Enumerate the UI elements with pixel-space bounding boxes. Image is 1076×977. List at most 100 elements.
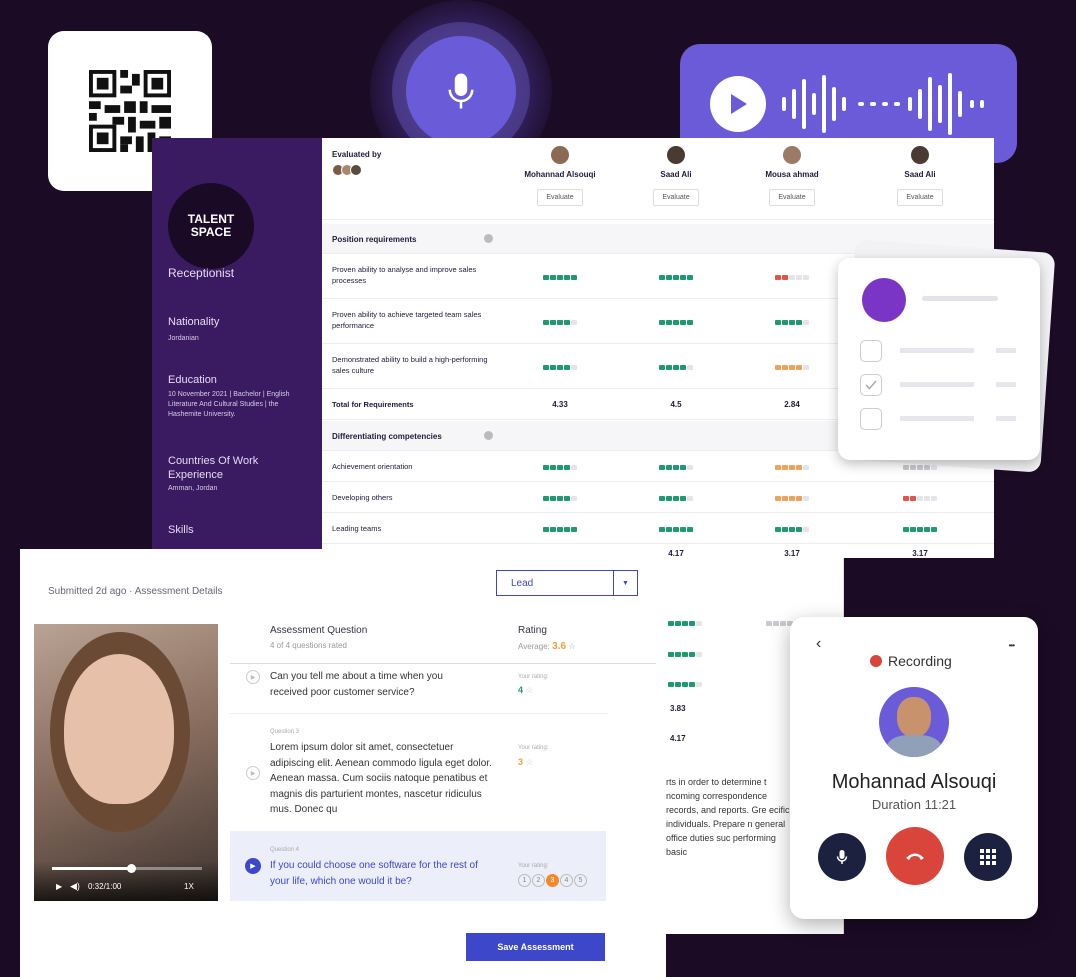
rating-segment [673, 320, 679, 325]
role-dropdown[interactable]: Lead ▼ [496, 570, 638, 596]
rating-segment [668, 682, 674, 687]
rating-segment [557, 465, 563, 470]
candidate-column: Mousa ahmad Evaluate [734, 146, 850, 206]
star-icon: ☆ [568, 642, 576, 651]
rating-segment [543, 465, 549, 470]
rating-segment [680, 496, 686, 501]
candidate-column: Saad Ali Evaluate [618, 146, 734, 206]
evaluate-button[interactable]: Evaluate [769, 189, 815, 206]
recording-indicator: Recording [870, 653, 952, 669]
rating-segment [682, 621, 688, 626]
total-value: 4.33 [552, 400, 568, 409]
star-icon: ☆ [525, 685, 534, 695]
rating-bars [618, 363, 734, 372]
question-text: Lorem ipsum dolor sit amet, consectetuer… [270, 742, 492, 815]
evaluate-button[interactable]: Evaluate [897, 189, 943, 206]
rating-segment [789, 275, 795, 280]
rating-bars [502, 273, 618, 282]
rating-bars [618, 525, 734, 534]
rating-segment [903, 496, 909, 501]
keypad-icon [980, 849, 996, 865]
rating-option[interactable]: 2 [532, 874, 545, 887]
person-face [897, 697, 931, 737]
checkbox[interactable] [860, 340, 882, 362]
rating-segment [659, 275, 665, 280]
rating-segment [564, 465, 570, 470]
question-number: Question 3 [270, 729, 300, 735]
volume-icon[interactable]: ◀) [70, 881, 80, 892]
rating-segment [924, 527, 930, 532]
rating-segment [775, 365, 781, 370]
row-label: Achievement orientation [332, 462, 413, 471]
mute-button[interactable] [818, 833, 866, 881]
play-icon[interactable]: ▶ [56, 882, 62, 891]
rating-segment [668, 652, 674, 657]
person-face [64, 654, 174, 804]
rating-bars [668, 674, 702, 692]
play-circle-icon[interactable]: ▶ [246, 670, 260, 684]
talent-space-logo: TALENT SPACE [168, 183, 254, 269]
person-body [887, 735, 941, 757]
play-icon[interactable] [710, 75, 766, 132]
phone-hangup-icon [906, 853, 924, 860]
rating-segment [696, 652, 702, 657]
rating-segment [766, 621, 772, 626]
info-icon[interactable] [484, 431, 493, 440]
check-icon [865, 380, 877, 390]
play-circle-icon[interactable]: ▶ [246, 766, 260, 780]
candidate-header: Evaluated by Mohannad Alsouqi Evaluate S… [322, 138, 994, 220]
play-circle-icon[interactable]: ▶ [245, 858, 261, 874]
video-player[interactable]: ▶ ◀) 0:32/1:00 1X [34, 624, 218, 901]
video-time: 0:32/1:00 [88, 882, 122, 891]
evaluated-by-label: Evaluated by [332, 150, 382, 159]
rating-segment [668, 621, 674, 626]
rating-option-selected[interactable]: 3 [546, 874, 559, 887]
rating-segment [789, 465, 795, 470]
evaluate-button[interactable]: Evaluate [653, 189, 699, 206]
rating-segment [917, 527, 923, 532]
info-icon[interactable] [484, 234, 493, 243]
video-progress-track[interactable] [52, 864, 202, 873]
rating-segment [571, 496, 577, 501]
rating-bars [618, 318, 734, 327]
record-dot-icon [870, 655, 882, 667]
hang-up-button[interactable] [886, 827, 944, 885]
checkbox[interactable] [860, 408, 882, 430]
rating-option[interactable]: 5 [574, 874, 587, 887]
rating-segment [775, 496, 781, 501]
rating-segment [782, 275, 788, 280]
placeholder-line [900, 416, 974, 421]
save-assessment-button[interactable]: Save Assessment [466, 933, 605, 961]
rating-segment [673, 365, 679, 370]
rating-segment [682, 652, 688, 657]
placeholder-line [900, 348, 974, 353]
avatar [879, 687, 949, 757]
questions-rated: 4 of 4 questions rated [270, 641, 347, 650]
section-title: Differentiating competencies [332, 432, 442, 441]
back-icon[interactable]: ‹ [816, 635, 821, 653]
rating-segment [666, 496, 672, 501]
rating-selector[interactable]: 1 2 3 4 5 [518, 874, 587, 887]
your-rating-value: 4 ☆ [518, 685, 534, 696]
rating-segment [910, 465, 916, 470]
rating-segment [775, 465, 781, 470]
star-icon: ☆ [525, 757, 534, 767]
checkbox-checked[interactable] [860, 374, 882, 396]
keypad-button[interactable] [964, 833, 1012, 881]
rating-option[interactable]: 4 [560, 874, 573, 887]
evaluate-button[interactable]: Evaluate [537, 189, 583, 206]
rating-bars [862, 525, 978, 534]
rating-segment [782, 365, 788, 370]
rating-segment [543, 365, 549, 370]
rating-bars [618, 273, 734, 282]
countries-label: Countries Of Work Experience [168, 455, 259, 482]
rating-option[interactable]: 1 [518, 874, 531, 887]
candidate-name: Saad Ali [660, 170, 692, 179]
rating-segment [803, 496, 809, 501]
rating-segment [931, 496, 937, 501]
playback-speed[interactable]: 1X [184, 882, 194, 891]
microphone-button[interactable] [406, 36, 516, 146]
rating-segment [775, 527, 781, 532]
video-progress-handle[interactable] [127, 864, 137, 873]
more-icon[interactable]: ••• [1009, 641, 1015, 650]
